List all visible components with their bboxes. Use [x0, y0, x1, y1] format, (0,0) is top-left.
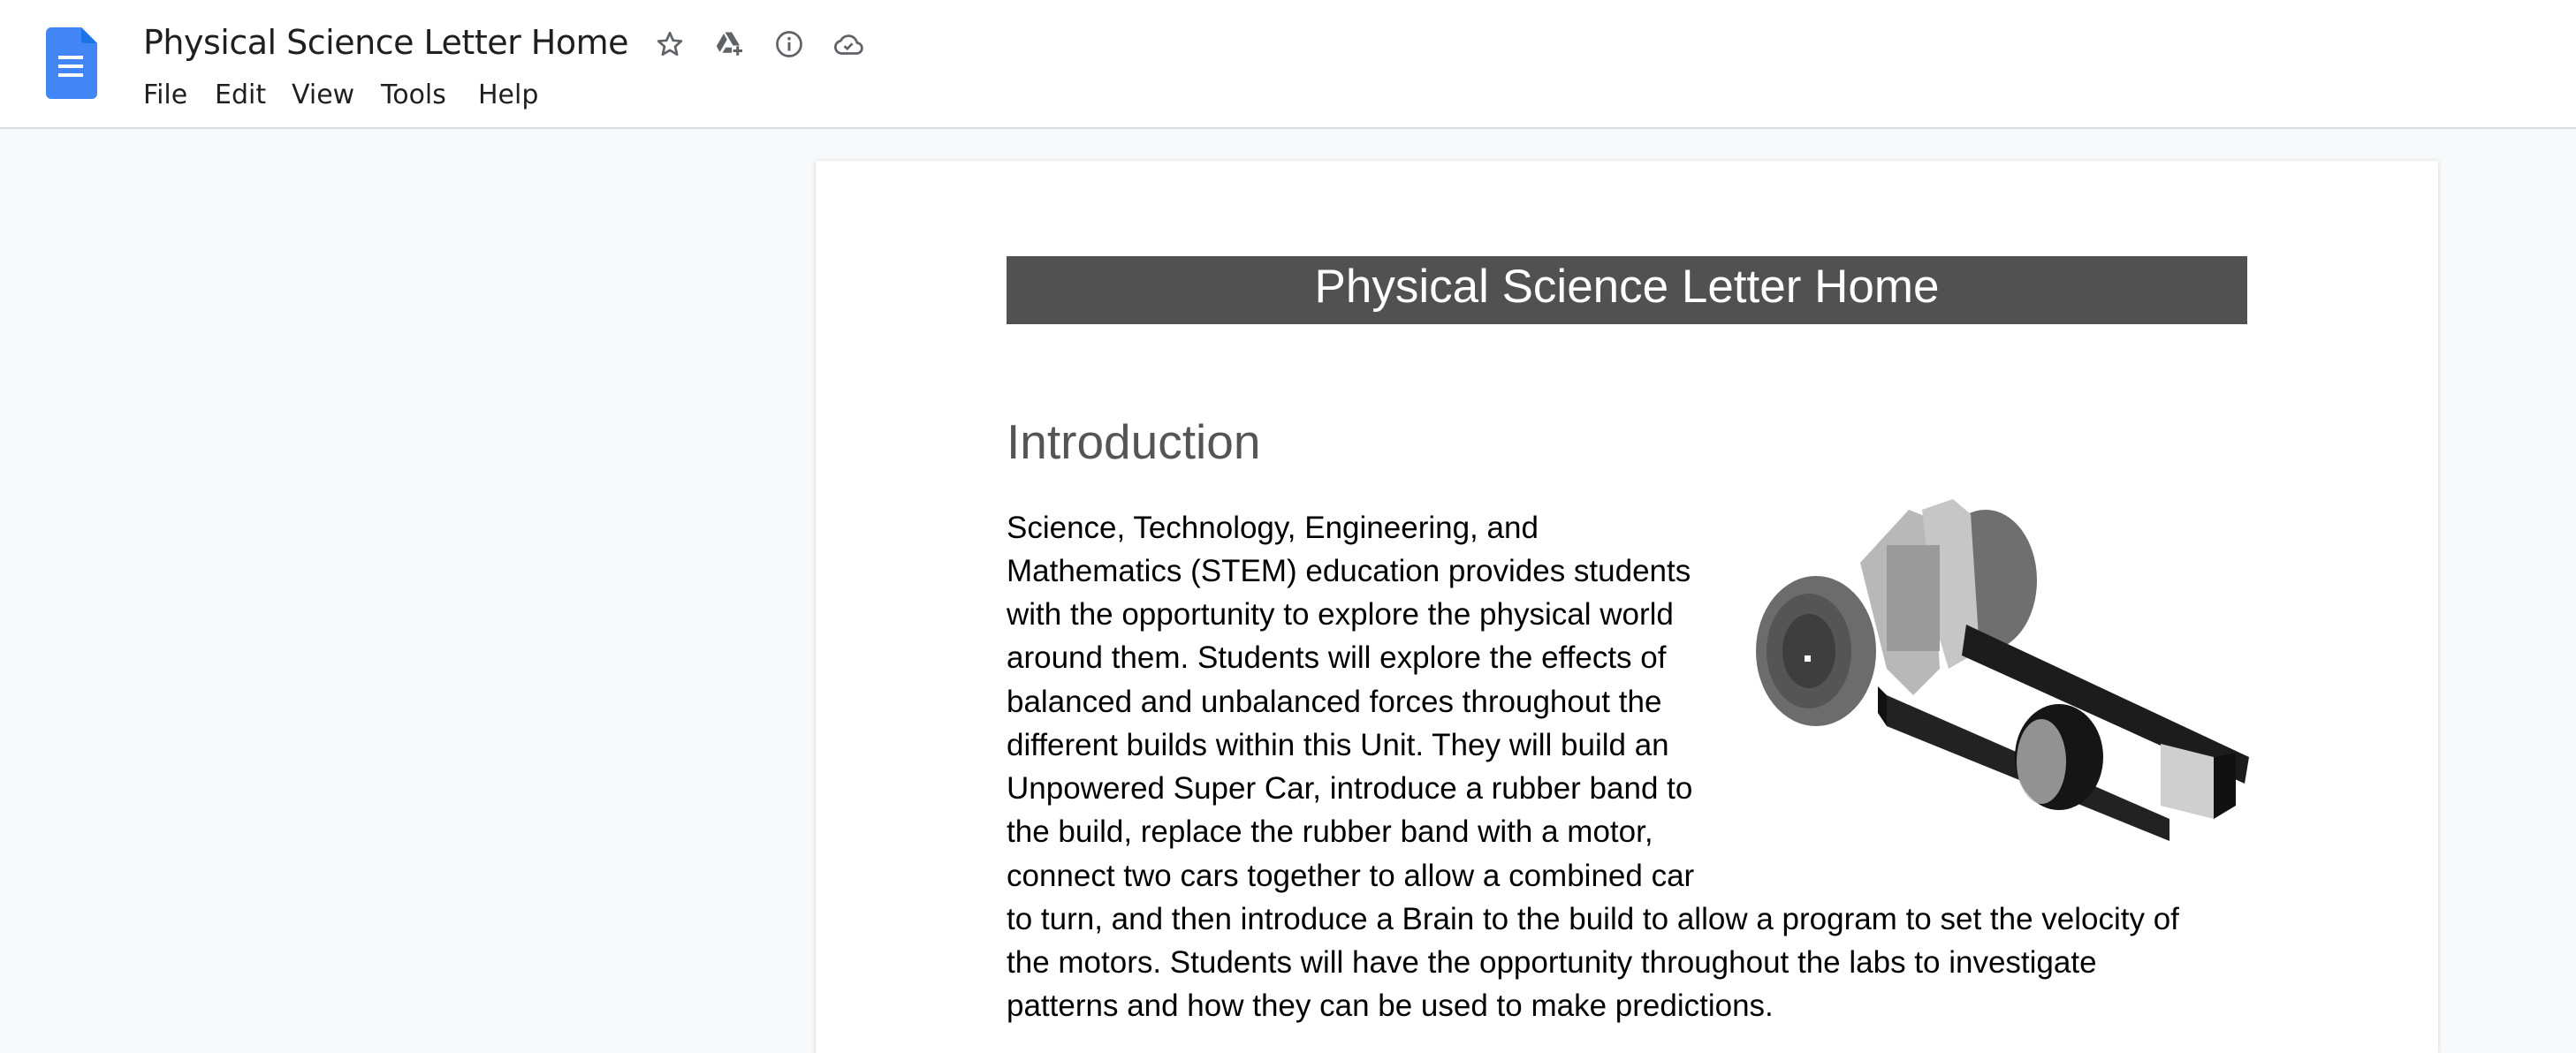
paragraph-line: the build, replace the rubber band with …	[1007, 814, 1653, 849]
menu-tools[interactable]: Tools	[377, 76, 450, 115]
menu-help[interactable]: Help	[475, 76, 542, 115]
docs-header: Physical Science Letter Home File Edit V…	[0, 0, 2576, 129]
end-plate	[2161, 744, 2214, 819]
section-heading-introduction: Introduction	[1007, 414, 1261, 469]
menu-edit[interactable]: Edit	[211, 76, 270, 115]
info-icon[interactable]	[773, 28, 805, 60]
paragraph-line: different builds within this Unit. They …	[1007, 728, 1669, 762]
star-icon[interactable]	[654, 28, 686, 60]
menu-view[interactable]: View	[288, 76, 358, 115]
paragraph-line: the motors. Students will have the oppor…	[1007, 945, 2097, 980]
paragraph-line: balanced and unbalanced forces throughou…	[1007, 685, 1662, 719]
paragraph-line: to turn, and then introduce a Brain to t…	[1007, 902, 2179, 936]
paragraph-line: around them. Students will explore the e…	[1007, 640, 1667, 675]
document-page[interactable]: Physical Science Letter Home Introductio…	[816, 161, 2438, 1053]
paragraph-line: with the opportunity to explore the phys…	[1007, 597, 1674, 632]
paragraph-line: Mathematics (STEM) education provides st…	[1007, 554, 1691, 588]
paragraph-line: patterns and how they can be used to mak…	[1007, 989, 1774, 1023]
gusset	[1887, 545, 1940, 651]
banner-title: Physical Science Letter Home	[1007, 256, 2247, 324]
paragraph-line: Science, Technology, Engineering, and	[1007, 511, 1539, 545]
cloud-saved-icon[interactable]	[832, 28, 864, 60]
move-to-drive-icon[interactable]	[713, 28, 745, 60]
google-docs-logo-icon[interactable]	[46, 27, 97, 99]
paragraph-line: connect two cars together to allow a com…	[1007, 859, 1695, 893]
paragraph-line: Unpowered Super Car, introduce a rubber …	[1007, 771, 1693, 806]
robot-car-image[interactable]	[1754, 492, 2249, 841]
document-title[interactable]: Physical Science Letter Home	[143, 18, 629, 67]
menu-file[interactable]: File	[140, 76, 191, 115]
